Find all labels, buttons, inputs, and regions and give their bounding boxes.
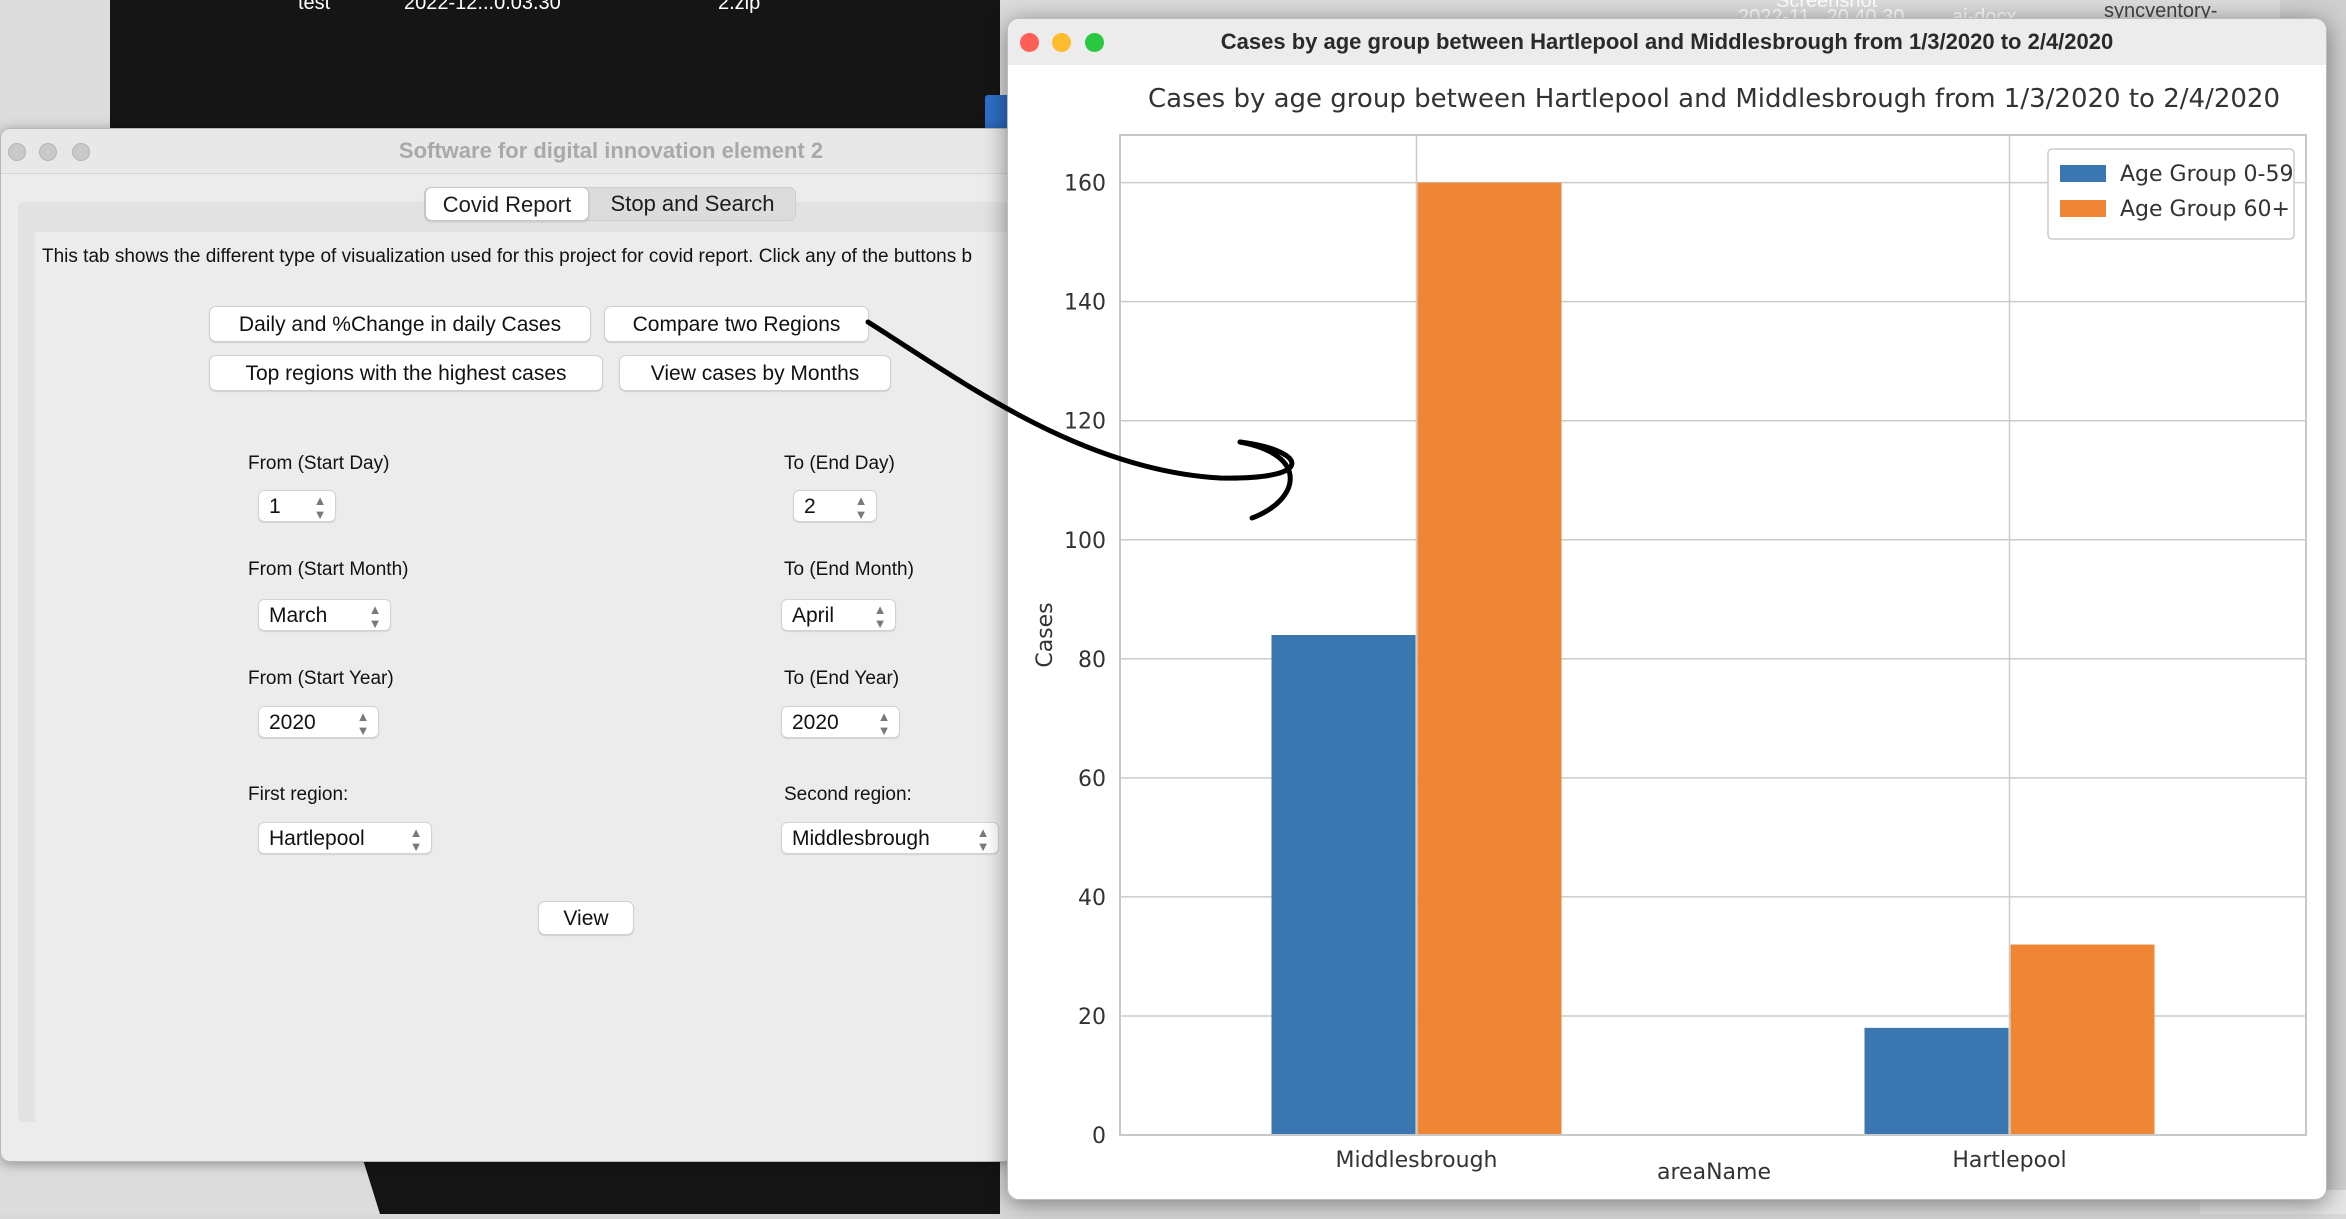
y-tick-label: 80 (1078, 648, 1106, 673)
start-month-label: From (Start Month) (248, 559, 409, 580)
bar (1864, 1027, 2009, 1135)
plot-window: Cases by age group between Hartlepool an… (1007, 18, 2327, 1200)
stepper-arrows-icon[interactable]: ▲ ▼ (368, 600, 382, 631)
y-tick-label: 20 (1078, 1005, 1106, 1030)
legend-label: Age Group 0-59 (2120, 162, 2293, 187)
tab-description: This tab shows the different type of vis… (42, 246, 973, 267)
window-title: Software for digital innovation element … (398, 138, 824, 163)
end-day-value[interactable]: 2 (804, 495, 816, 518)
chart-title: Cases by age group between Hartlepool an… (1148, 84, 2280, 114)
start-year-value[interactable]: 2020 (269, 711, 316, 734)
bar (1271, 635, 1416, 1135)
bar (2010, 944, 2155, 1135)
legend-swatch (2060, 200, 2106, 217)
cases-by-months-button[interactable]: View cases by Months (619, 355, 891, 391)
end-month-label: To (End Month) (784, 559, 914, 580)
stepper-arrows-icon[interactable]: ▲ ▼ (873, 600, 887, 631)
stepper-arrows-icon[interactable]: ▲ ▼ (313, 491, 327, 522)
close-window-icon[interactable] (1020, 33, 1039, 52)
window-titlebar[interactable]: Cases by age group between Hartlepool an… (1008, 19, 2326, 66)
start-month-value[interactable]: March (269, 604, 327, 627)
end-month-value[interactable]: April (792, 604, 834, 627)
tab-stop-and-search[interactable]: Stop and Search (590, 187, 795, 221)
end-day-spinbox[interactable]: 2 ▲ ▼ (793, 490, 877, 522)
x-tick-label: Middlesbrough (1336, 1148, 1498, 1173)
y-tick-label: 40 (1078, 886, 1106, 911)
daily-change-button[interactable]: Daily and %Change in daily Cases (209, 306, 591, 342)
legend-label: Age Group 60+ (2120, 197, 2290, 222)
y-tick-label: 0 (1092, 1124, 1106, 1149)
start-day-label: From (Start Day) (248, 453, 390, 474)
view-button[interactable]: View (538, 901, 634, 935)
top-regions-button[interactable]: Top regions with the highest cases (209, 355, 603, 391)
end-day-label: To (End Day) (784, 453, 895, 474)
second-region-label: Second region: (784, 784, 912, 805)
stepper-arrows-icon[interactable]: ▲ ▼ (877, 707, 891, 738)
minimize-window-icon[interactable] (1052, 33, 1071, 52)
first-region-value[interactable]: Hartlepool (269, 827, 365, 850)
end-year-spinbox[interactable]: 2020 ▲ ▼ (781, 706, 900, 738)
window-title: Cases by age group between Hartlepool an… (1220, 29, 2114, 54)
tab-covid-report[interactable]: Covid Report (425, 187, 589, 221)
second-region-value[interactable]: Middlesbrough (792, 827, 930, 850)
first-region-select[interactable]: Hartlepool ▲ ▼ (258, 822, 432, 854)
legend-swatch (2060, 165, 2106, 182)
y-tick-label: 120 (1064, 410, 1106, 435)
window-titlebar[interactable]: Software for digital innovation element … (1, 129, 1009, 174)
compare-regions-button[interactable]: Compare two Regions (604, 306, 869, 342)
y-tick-label: 160 (1064, 172, 1106, 197)
bar-chart: Cases by age group between Hartlepool an… (1008, 65, 2326, 1199)
bar (1417, 182, 1562, 1136)
desktop-file-label[interactable]: 2022-12...0.03.30 (404, 0, 561, 15)
x-axis-label: areaName (1657, 1160, 1771, 1185)
start-year-spinbox[interactable]: 2020 ▲ ▼ (258, 706, 379, 738)
y-axis-label: Cases (1033, 602, 1058, 667)
zoom-window-icon[interactable] (1085, 33, 1104, 52)
start-year-label: From (Start Year) (248, 668, 394, 689)
start-day-spinbox[interactable]: 1 ▲ ▼ (258, 490, 336, 522)
end-month-spinbox[interactable]: April ▲ ▼ (781, 599, 896, 631)
end-year-value[interactable]: 2020 (792, 711, 839, 734)
desktop-file-label[interactable]: test (298, 0, 330, 15)
first-region-label: First region: (248, 784, 349, 805)
end-year-label: To (End Year) (784, 668, 900, 689)
desktop-file-label[interactable]: 2.zip (718, 0, 760, 15)
stepper-arrows-icon[interactable]: ▲ ▼ (854, 491, 868, 522)
y-tick-label: 60 (1078, 767, 1106, 792)
start-month-spinbox[interactable]: March ▲ ▼ (258, 599, 391, 631)
y-tick-label: 140 (1064, 291, 1106, 316)
y-tick-label: 100 (1064, 529, 1106, 554)
second-region-select[interactable]: Middlesbrough ▲ ▼ (781, 822, 999, 854)
chevron-updown-icon[interactable]: ▲ ▼ (976, 823, 990, 854)
plot-area: 0 20 40 60 80 100 120 140 160 Middlesbrough Hartle… (1064, 134, 2307, 1173)
stepper-arrows-icon[interactable]: ▲ ▼ (356, 707, 370, 738)
chevron-updown-icon[interactable]: ▲ ▼ (409, 823, 423, 854)
x-tick-label: Hartlepool (1952, 1148, 2066, 1173)
start-day-value[interactable]: 1 (269, 495, 281, 518)
